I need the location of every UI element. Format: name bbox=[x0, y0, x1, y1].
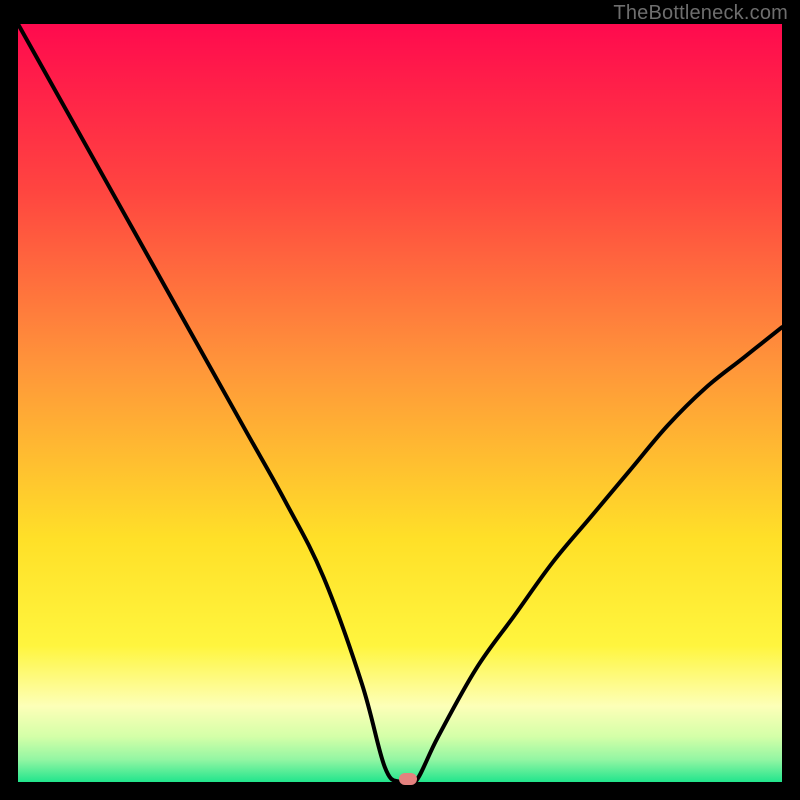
minimum-marker bbox=[399, 773, 417, 785]
watermark-text: TheBottleneck.com bbox=[613, 2, 788, 25]
plot-area bbox=[18, 24, 782, 782]
curve-layer bbox=[18, 24, 782, 782]
bottleneck-curve bbox=[18, 24, 782, 782]
chart-frame: TheBottleneck.com bbox=[0, 0, 800, 800]
